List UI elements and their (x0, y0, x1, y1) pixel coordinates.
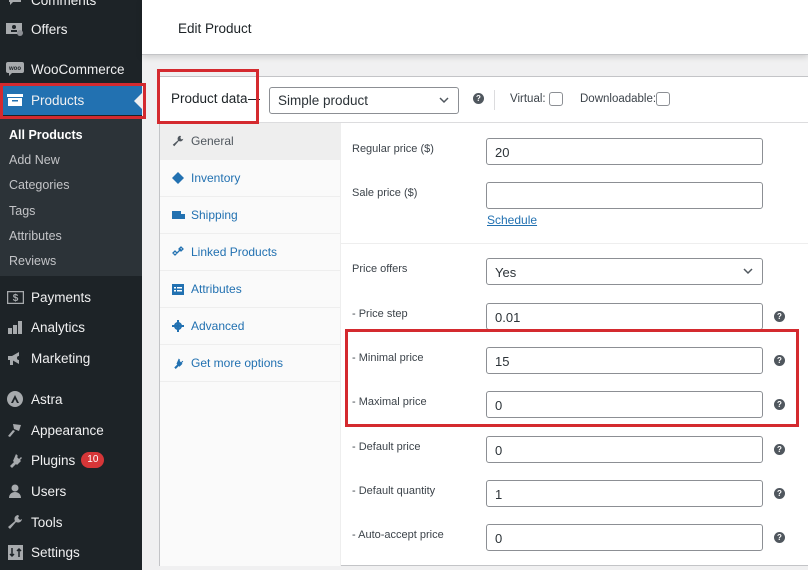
sidebar-item-astra[interactable]: Astra (0, 386, 142, 412)
product-data-header: Product data Simple product ? Virtual: D… (160, 77, 808, 123)
schedule-link[interactable]: Schedule (487, 213, 537, 227)
help-icon[interactable]: ? (774, 444, 785, 455)
submenu-all-products[interactable]: All Products (9, 128, 83, 142)
submenu-add-new[interactable]: Add New (9, 153, 60, 167)
plug-icon (171, 357, 185, 369)
list-card-icon (171, 283, 185, 295)
help-icon[interactable]: ? (774, 355, 785, 366)
sidebar-item-offers[interactable]: Offers (0, 16, 142, 42)
tab-advanced[interactable]: Advanced (160, 308, 341, 345)
minimal-price-label: - Minimal price (352, 352, 424, 364)
page-header: Edit Product (142, 0, 808, 55)
price-offers-select[interactable]: Yes (486, 258, 763, 285)
page-title: Edit Product (178, 21, 252, 36)
downloadable-label: Downloadable: (580, 93, 657, 105)
tab-general[interactable]: General (160, 123, 341, 160)
sidebar-item-products[interactable]: Products (0, 85, 142, 115)
submenu-categories[interactable]: Categories (9, 178, 69, 192)
help-icon[interactable]: ? (774, 311, 785, 322)
sidebar-item-marketing[interactable]: Marketing (0, 345, 142, 371)
tab-linked-products[interactable]: Linked Products (160, 234, 341, 271)
product-data-panel: Product data Simple product ? Virtual: D… (159, 76, 808, 566)
comments-icon (5, 0, 25, 9)
auto-accept-price-label: - Auto-accept price (352, 529, 444, 541)
sale-price-input[interactable] (486, 182, 763, 209)
sidebar-item-payments[interactable]: $ Payments (0, 284, 142, 310)
auto-accept-price-input[interactable]: 0 (486, 524, 763, 551)
downloadable-checkbox[interactable] (656, 92, 670, 106)
sidebar-item-plugins[interactable]: Plugins 10 (0, 447, 142, 473)
maximal-price-label: - Maximal price (352, 396, 427, 408)
product-data-title: Product data (171, 91, 248, 106)
active-menu-arrow (134, 93, 142, 109)
sidebar-item-settings[interactable]: Settings (0, 539, 142, 565)
truck-icon (171, 210, 185, 221)
chevron-down-icon (438, 92, 450, 111)
megaphone-icon (5, 349, 25, 367)
price-offers-label: Price offers (352, 263, 408, 275)
bar-chart-icon (5, 318, 25, 336)
help-icon[interactable]: ? (774, 488, 785, 499)
default-price-label: - Default price (352, 441, 421, 453)
sidebar-item-users[interactable]: Users (0, 478, 142, 504)
default-quantity-label: - Default quantity (352, 485, 436, 497)
wrench-icon (5, 513, 25, 531)
inventory-tag-icon (171, 172, 185, 184)
sidebar-item-woocommerce[interactable]: woo WooCommerce (0, 56, 142, 82)
wrench-icon (171, 135, 185, 147)
tab-get-more-options[interactable]: Get more options (160, 345, 341, 382)
submenu-reviews[interactable]: Reviews (9, 254, 56, 268)
sidebar-item-appearance[interactable]: Appearance (0, 417, 142, 443)
chevron-down-icon (742, 263, 754, 282)
virtual-checkbox[interactable] (549, 92, 563, 106)
sidebar-item-comments[interactable]: Comments (0, 0, 142, 13)
product-data-tabs: General Inventory Shipping Linked Produc… (160, 123, 341, 566)
archive-box-icon (5, 91, 25, 109)
offers-icon (5, 20, 25, 38)
paintbrush-icon (5, 421, 25, 439)
admin-sidebar: Comments Offers woo WooCommerce Products… (0, 0, 142, 570)
svg-text:woo: woo (8, 66, 21, 72)
link-icon (171, 246, 185, 258)
title-dash (248, 99, 260, 100)
minimal-price-input[interactable]: 15 (486, 347, 763, 374)
tab-shipping[interactable]: Shipping (160, 197, 341, 234)
plugins-update-badge: 10 (81, 452, 105, 468)
sidebar-item-analytics[interactable]: Analytics (0, 314, 142, 340)
tab-inventory[interactable]: Inventory (160, 160, 341, 197)
product-type-select[interactable]: Simple product (269, 87, 459, 114)
payments-icon: $ (5, 288, 25, 306)
svg-text:$: $ (12, 293, 18, 304)
help-icon[interactable]: ? (473, 93, 484, 104)
default-quantity-input[interactable]: 1 (486, 480, 763, 507)
astra-logo-icon (5, 390, 25, 408)
gear-icon (171, 320, 185, 332)
price-step-input[interactable]: 0.01 (486, 303, 763, 330)
woocommerce-icon: woo (5, 60, 25, 78)
maximal-price-input[interactable]: 0 (486, 391, 763, 418)
products-submenu: All Products Add New Categories Tags Att… (0, 118, 142, 276)
default-price-input[interactable]: 0 (486, 436, 763, 463)
divider (494, 90, 495, 110)
regular-price-label: Regular price ($) (352, 143, 434, 155)
help-icon[interactable]: ? (774, 532, 785, 543)
help-icon[interactable]: ? (774, 399, 785, 410)
tab-attributes[interactable]: Attributes (160, 271, 341, 308)
settings-icon (5, 543, 25, 561)
sidebar-item-tools[interactable]: Tools (0, 509, 142, 535)
section-divider (341, 243, 808, 244)
submenu-tags[interactable]: Tags (9, 204, 35, 218)
regular-price-input[interactable]: 20 (486, 138, 763, 165)
plug-icon (5, 451, 25, 469)
price-step-label: - Price step (352, 308, 408, 320)
user-icon (5, 482, 25, 500)
submenu-attributes[interactable]: Attributes (9, 229, 62, 243)
sale-price-label: Sale price ($) (352, 187, 418, 199)
virtual-label: Virtual: (510, 93, 546, 105)
